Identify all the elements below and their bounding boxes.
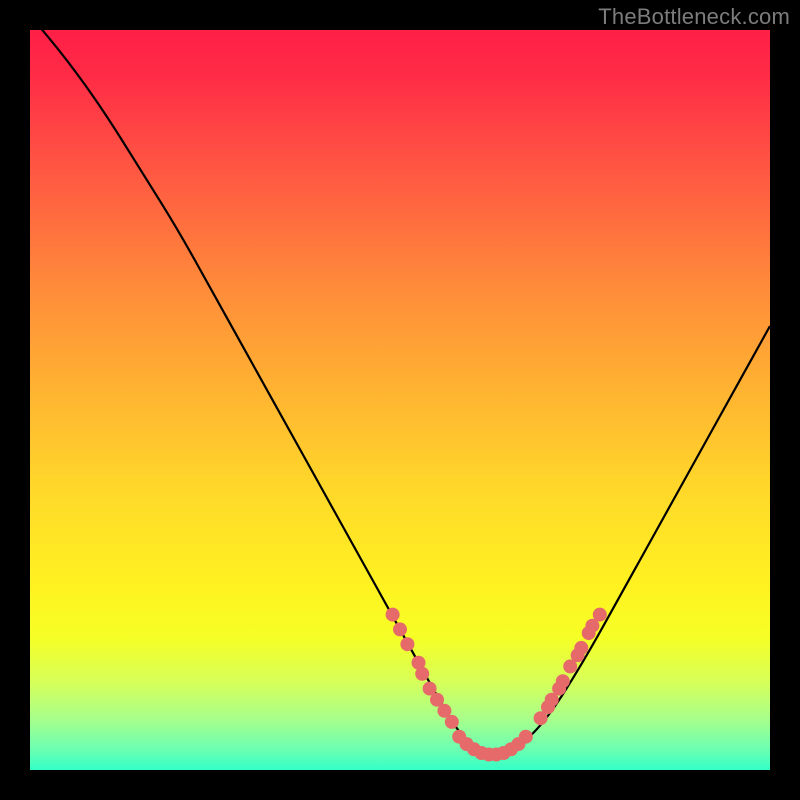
scatter-dot <box>386 608 400 622</box>
scatter-dot <box>393 622 407 636</box>
chart-plot-area <box>30 30 770 770</box>
scatter-dot <box>574 641 588 655</box>
scatter-dot <box>415 667 429 681</box>
scatter-points <box>386 608 607 762</box>
bottleneck-curve-path <box>30 15 770 755</box>
scatter-dot <box>519 730 533 744</box>
scatter-dot <box>400 637 414 651</box>
chart-svg <box>30 30 770 770</box>
scatter-dot <box>556 674 570 688</box>
scatter-dot <box>593 608 607 622</box>
scatter-dot <box>445 715 459 729</box>
watermark-text: TheBottleneck.com <box>598 4 790 30</box>
